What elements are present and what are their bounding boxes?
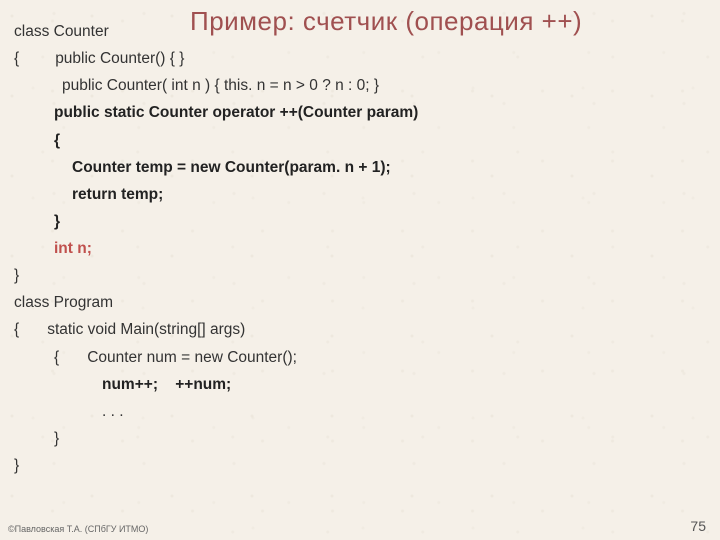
- code-line: Counter temp = new Counter(param. n + 1)…: [14, 154, 706, 181]
- code-line: }: [14, 425, 706, 452]
- code-line: }: [14, 208, 706, 235]
- code-line: return temp;: [14, 181, 706, 208]
- code-line: }: [14, 262, 706, 289]
- code-line: public Counter( int n ) { this. n = n > …: [14, 72, 706, 99]
- code-line: {static void Main(string[] args): [14, 316, 706, 343]
- code-line: {public Counter() { }: [14, 45, 706, 72]
- code-line: . . .: [14, 398, 706, 425]
- code-line: int n;: [14, 235, 706, 262]
- code-line: num++; ++num;: [14, 371, 706, 398]
- code-block: class Counter {public Counter() { } publ…: [14, 18, 706, 479]
- code-line: public static Counter operator ++(Counte…: [14, 99, 706, 126]
- footer-copyright: ©Павловская Т.А. (СПбГУ ИТМО): [8, 524, 148, 534]
- code-line: class Program: [14, 289, 706, 316]
- code-line: class Counter: [14, 18, 706, 45]
- page-number: 75: [690, 518, 706, 534]
- code-line: }: [14, 452, 706, 479]
- code-line: {Counter num = new Counter();: [14, 344, 706, 371]
- code-line: {: [14, 127, 706, 154]
